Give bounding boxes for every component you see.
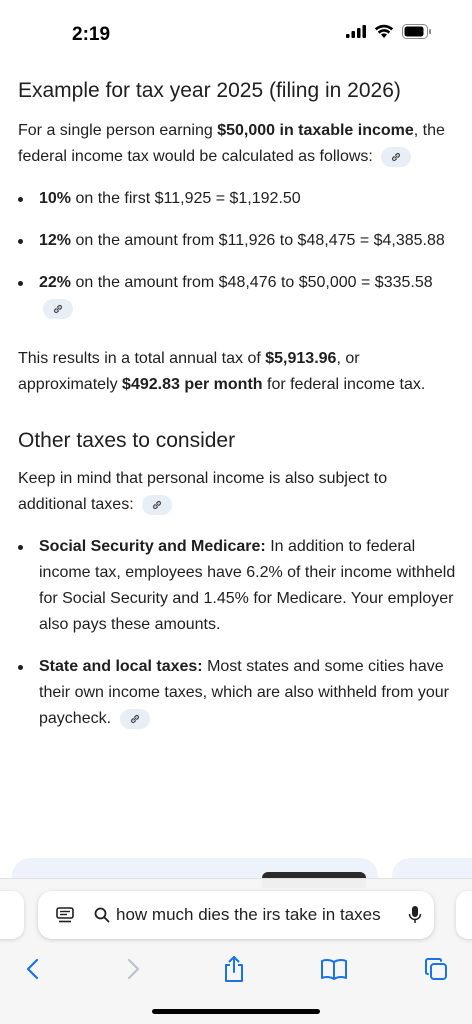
list-item: Social Security and Medicare: In additio… xyxy=(18,534,458,638)
forward-icon xyxy=(127,958,140,980)
signal-icon xyxy=(346,25,366,38)
search-icon xyxy=(94,907,110,923)
tabs-button[interactable] xyxy=(420,953,452,985)
list-item: State and local taxes: Most states and s… xyxy=(18,654,458,732)
home-indicator xyxy=(152,1009,320,1014)
bookmarks-icon xyxy=(321,958,347,980)
browser-bottom-bar: how much dies the irs take in taxes xyxy=(0,878,472,1024)
total-tax-result: This results in a total annual tax of $5… xyxy=(18,350,426,393)
status-time: 2:19 xyxy=(72,24,111,45)
list-item: 10% on the first $11,925 = $1,192.50 xyxy=(18,186,458,212)
url-text[interactable]: how much dies the irs take in taxes xyxy=(116,905,400,925)
forward-button[interactable] xyxy=(118,953,150,985)
other-taxes-list: Social Security and Medicare: In additio… xyxy=(18,534,458,732)
citation-link-icon[interactable] xyxy=(381,146,412,167)
citation-link-icon[interactable] xyxy=(119,708,150,729)
previous-tab-preview[interactable] xyxy=(0,891,24,939)
list-item: 22% on the amount from $48,476 to $50,00… xyxy=(18,270,458,322)
citation-link-icon[interactable] xyxy=(43,298,73,319)
section-heading-example: Example for tax year 2025 (filing in 202… xyxy=(18,79,401,102)
reader-icon[interactable] xyxy=(56,907,74,923)
tabs-icon xyxy=(425,958,447,980)
share-button[interactable] xyxy=(218,953,250,985)
status-bar: 2:19 xyxy=(0,0,472,60)
status-icons xyxy=(346,24,432,39)
microphone-icon[interactable] xyxy=(408,905,422,925)
list-item: 12% on the amount from $11,926 to $48,47… xyxy=(18,228,458,254)
tax-bracket-list: 10% on the first $11,925 = $1,192.50 12%… xyxy=(18,186,458,322)
section-heading-other-taxes: Other taxes to consider xyxy=(18,429,236,452)
wifi-icon xyxy=(374,24,394,38)
back-icon xyxy=(26,958,39,980)
address-bar[interactable]: how much dies the irs take in taxes xyxy=(38,891,434,939)
browser-toolbar xyxy=(0,949,472,989)
answer-content: Example for tax year 2025 (filing in 202… xyxy=(18,76,458,732)
share-icon xyxy=(225,956,243,982)
battery-icon xyxy=(402,24,431,39)
back-button[interactable] xyxy=(16,953,48,985)
citation-link-icon[interactable] xyxy=(142,494,173,515)
bookmarks-button[interactable] xyxy=(318,953,350,985)
other-taxes-intro: Keep in mind that personal income is als… xyxy=(18,470,388,515)
next-tab-preview[interactable] xyxy=(456,891,472,939)
example-intro: For a single person earning $50,000 in t… xyxy=(18,122,445,167)
